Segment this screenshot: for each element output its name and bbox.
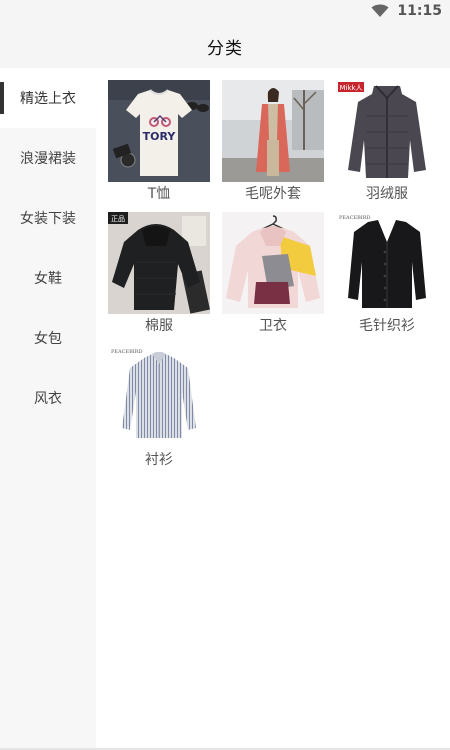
app-bar: 分类 — [0, 24, 450, 68]
sidebar-item-label: 浪漫裙装 — [20, 151, 76, 167]
product-label: 羽绒服 — [366, 186, 408, 202]
sidebar-item-women-shoes[interactable]: 女鞋 — [0, 248, 96, 308]
tshirt-logo-text: TORY — [143, 130, 177, 143]
product-content: TORY T恤 毛呢外套 Mikk人 羽绒服 正品 棉服 卫衣 PEACEBIR… — [96, 68, 450, 750]
product-label: 卫衣 — [259, 318, 287, 334]
product-grid: TORY T恤 毛呢外套 Mikk人 羽绒服 正品 棉服 卫衣 PEACEBIR… — [108, 80, 438, 476]
product-label: 衬衫 — [145, 452, 173, 468]
sidebar-item-label: 精选上衣 — [20, 91, 76, 107]
shirt-image: PEACEBIRD — [108, 346, 210, 448]
product-card-cardigan[interactable]: PEACEBIRD 毛针织衫 — [336, 212, 438, 342]
product-label: 棉服 — [145, 318, 173, 334]
product-label: T恤 — [147, 186, 171, 202]
sidebar-item-label: 女包 — [34, 331, 62, 347]
product-card-hoodie[interactable]: 卫衣 — [222, 212, 324, 342]
sidebar-item-women-bags[interactable]: 女包 — [0, 308, 96, 368]
category-sidebar: 精选上衣 浪漫裙装 女装下装 女鞋 女包 风衣 — [0, 68, 96, 750]
product-card-padded-jacket[interactable]: 正品 棉服 — [108, 212, 210, 342]
product-card-shirt[interactable]: PEACEBIRD 衬衫 — [108, 346, 210, 476]
status-icons: 11:15 — [371, 3, 442, 19]
status-time: 11:15 — [397, 3, 442, 19]
sidebar-item-label: 风衣 — [34, 391, 62, 407]
brand-logo-text: 正品 — [111, 215, 125, 223]
sidebar-item-featured-tops[interactable]: 精选上衣 — [0, 68, 96, 128]
sidebar-item-label: 女鞋 — [34, 271, 62, 287]
brand-logo-text: PEACEBIRD — [339, 215, 371, 221]
product-card-wool-coat[interactable]: 毛呢外套 — [222, 80, 324, 210]
wifi-icon — [371, 4, 389, 18]
product-label: 毛呢外套 — [245, 186, 301, 202]
down-jacket-image: Mikk人 — [336, 80, 438, 182]
sidebar-item-women-bottoms[interactable]: 女装下装 — [0, 188, 96, 248]
cardigan-image: PEACEBIRD — [336, 212, 438, 314]
product-label: 毛针织衫 — [359, 318, 415, 334]
brand-logo-text: PEACEBIRD — [111, 349, 143, 355]
wool-coat-image — [222, 80, 324, 182]
sidebar-item-romantic-dresses[interactable]: 浪漫裙装 — [0, 128, 96, 188]
sidebar-item-trench-coat[interactable]: 风衣 — [0, 368, 96, 428]
brand-logo-text: Mikk人 — [339, 84, 362, 92]
product-card-tshirt[interactable]: TORY T恤 — [108, 80, 210, 210]
page-title: 分类 — [207, 38, 243, 59]
sidebar-item-label: 女装下装 — [20, 211, 76, 227]
tshirt-image: TORY — [108, 80, 210, 182]
hoodie-image — [222, 212, 324, 314]
product-card-down-jacket[interactable]: Mikk人 羽绒服 — [336, 80, 438, 210]
padded-jacket-image: 正品 — [108, 212, 210, 314]
status-bar: 11:15 — [0, 0, 450, 24]
